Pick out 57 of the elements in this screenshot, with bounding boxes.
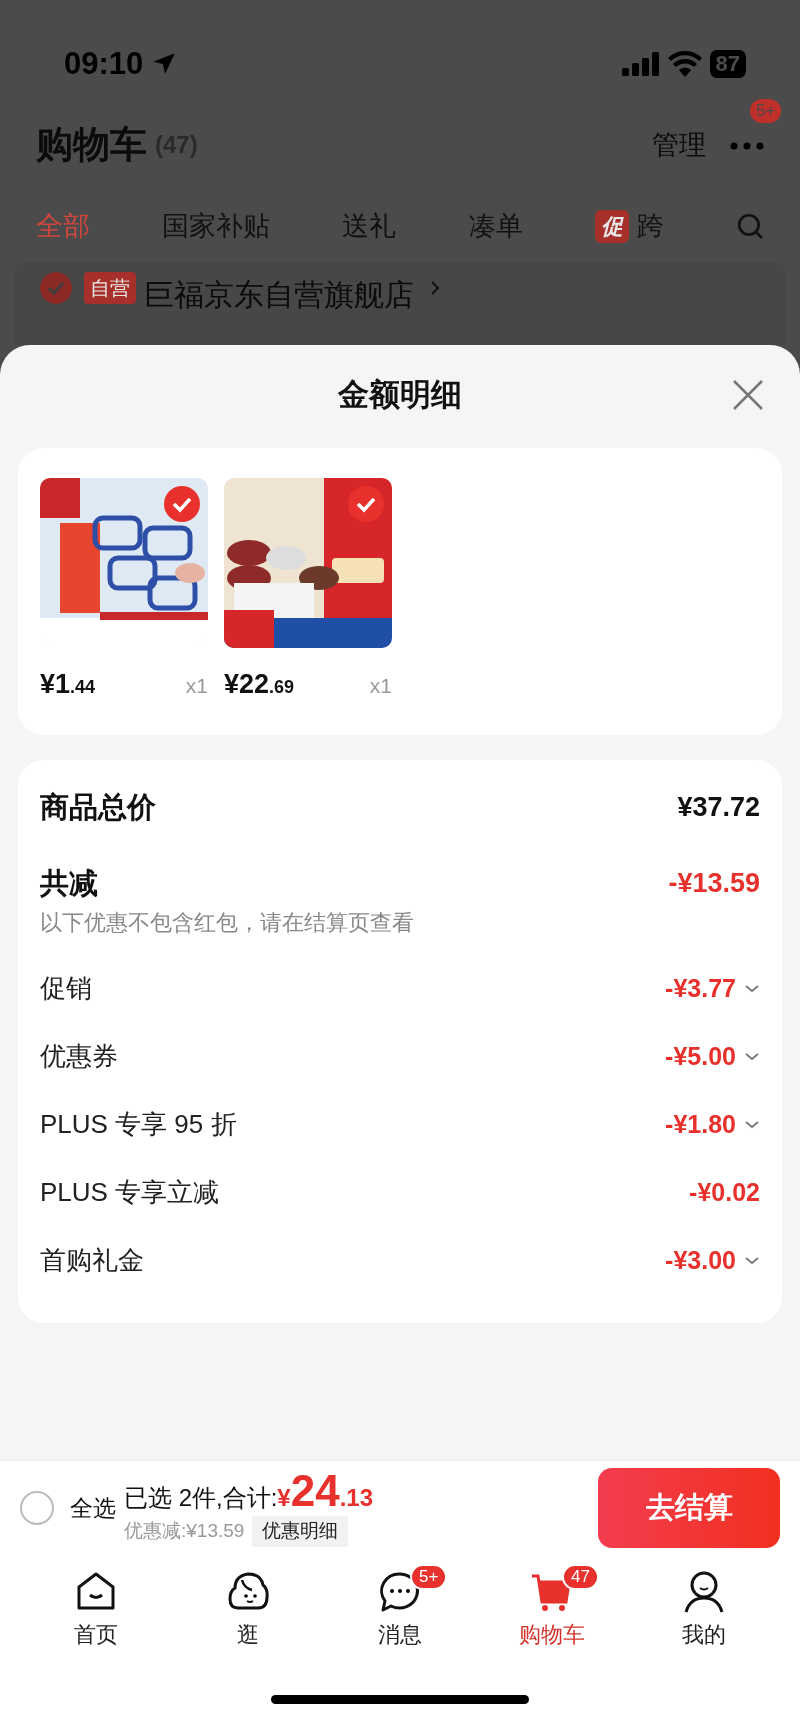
search-icon[interactable] xyxy=(735,212,764,240)
total-label: 商品总价 xyxy=(40,789,156,825)
more-icon[interactable] xyxy=(730,141,764,150)
self-operated-tag: 自营 xyxy=(84,272,136,304)
count-badge: 47 xyxy=(562,1563,599,1590)
discount-label: 促销 xyxy=(40,972,92,1005)
discount-amount: 优惠减:¥13.59 xyxy=(124,1519,245,1544)
discount-value: -¥3.77 xyxy=(665,972,736,1004)
tab[interactable]: 送礼 xyxy=(342,205,397,247)
person-icon xyxy=(682,1569,726,1614)
item-quantity: x1 xyxy=(185,673,208,699)
chevron-down-icon[interactable] xyxy=(744,983,760,994)
discount-details-button[interactable]: 优惠明细 xyxy=(252,1516,349,1547)
discount-label: 优惠券 xyxy=(40,1040,118,1073)
close-icon[interactable] xyxy=(732,379,764,411)
chevron-right-icon xyxy=(430,280,440,296)
select-all-radio[interactable] xyxy=(20,1491,54,1525)
page-title: 购物车 xyxy=(36,123,147,168)
total-price: ¥24.13 xyxy=(277,1469,374,1517)
item-price: ¥22.69 xyxy=(224,668,295,701)
reduction-value: -¥13.59 xyxy=(668,867,760,901)
nav-tab[interactable]: 逛 xyxy=(188,1569,308,1651)
status-time: 09:10 xyxy=(64,44,144,83)
discount-value: -¥0.02 xyxy=(689,1176,760,1208)
checkout-button[interactable]: 去结算 xyxy=(598,1468,780,1548)
item-quantity: x1 xyxy=(369,673,392,699)
chevron-down-icon[interactable] xyxy=(744,1051,760,1062)
nav-tab[interactable]: 我的 xyxy=(644,1569,764,1651)
checkbox[interactable] xyxy=(40,272,72,304)
discount-value: -¥3.00 xyxy=(665,1244,736,1276)
manage-link[interactable]: 管理 xyxy=(652,124,706,166)
selection-summary: 已选 2件,合计: xyxy=(124,1483,278,1514)
item-price: ¥1.44 xyxy=(40,668,96,701)
count-badge: 5+ xyxy=(410,1563,448,1590)
tab[interactable]: 跨 xyxy=(636,205,664,247)
total-value: ¥37.72 xyxy=(677,791,760,825)
discount-label: PLUS 专享立减 xyxy=(40,1176,220,1209)
promo-tag: 促 xyxy=(594,209,629,243)
notification-badge: 5+ xyxy=(750,99,782,123)
discount-label: 首购礼金 xyxy=(40,1244,144,1277)
discount-value: -¥1.80 xyxy=(665,1108,736,1140)
chevron-down-icon[interactable] xyxy=(744,1119,760,1130)
reduction-note: 以下优惠不包含红包，请在结算页查看 xyxy=(40,908,415,937)
chevron-down-icon[interactable] xyxy=(744,1255,760,1266)
discount-label: PLUS 专享 95 折 xyxy=(40,1108,237,1141)
battery-level: 87 xyxy=(709,50,746,78)
tab[interactable]: 凑单 xyxy=(468,205,523,247)
sheet-title: 金额明细 xyxy=(338,375,462,414)
discount-value: -¥5.00 xyxy=(665,1040,736,1072)
chat-bubble-icon xyxy=(378,1569,422,1614)
wifi-icon xyxy=(667,51,702,77)
reduction-label: 共减 xyxy=(40,865,98,901)
store-name[interactable]: 巨福京东自营旗舰店 xyxy=(144,272,414,317)
tab[interactable]: 国家补贴 xyxy=(162,205,271,247)
nav-tab[interactable]: 首页 xyxy=(36,1569,156,1651)
signal-icon xyxy=(621,52,660,76)
select-all-label[interactable]: 全选 xyxy=(70,1490,116,1526)
